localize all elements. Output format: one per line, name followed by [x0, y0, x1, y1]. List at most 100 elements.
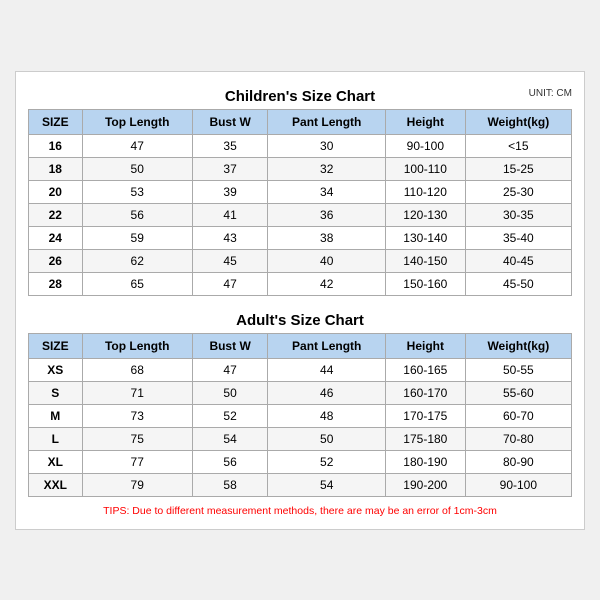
- table-cell: 120-130: [386, 203, 466, 226]
- table-cell: 26: [29, 249, 83, 272]
- table-cell: 40-45: [465, 249, 571, 272]
- table-cell: 48: [268, 404, 386, 427]
- table-cell: 160-170: [386, 381, 466, 404]
- table-cell: 46: [268, 381, 386, 404]
- table-cell: 24: [29, 226, 83, 249]
- table-row: XS684744160-16550-55: [29, 358, 572, 381]
- adults-col-size: SIZE: [29, 333, 83, 358]
- table-row: L755450175-18070-80: [29, 427, 572, 450]
- table-cell: 34: [268, 180, 386, 203]
- table-cell: 50: [192, 381, 268, 404]
- table-cell: 110-120: [386, 180, 466, 203]
- table-cell: 47: [192, 358, 268, 381]
- table-cell: 55-60: [465, 381, 571, 404]
- table-row: XL775652180-19080-90: [29, 450, 572, 473]
- table-cell: 28: [29, 272, 83, 295]
- table-row: M735248170-17560-70: [29, 404, 572, 427]
- table-cell: 37: [192, 157, 268, 180]
- children-col-weight: Weight(kg): [465, 109, 571, 134]
- table-cell: 60-70: [465, 404, 571, 427]
- table-cell: L: [29, 427, 83, 450]
- table-row: 1647353090-100<15: [29, 134, 572, 157]
- table-cell: 30: [268, 134, 386, 157]
- unit-label: UNIT: CM: [529, 88, 572, 99]
- table-cell: 73: [82, 404, 192, 427]
- table-cell: 56: [82, 203, 192, 226]
- table-cell: 75: [82, 427, 192, 450]
- table-cell: 68: [82, 358, 192, 381]
- table-cell: 35: [192, 134, 268, 157]
- table-cell: 175-180: [386, 427, 466, 450]
- children-header-row: SIZE Top Length Bust W Pant Length Heigh…: [29, 109, 572, 134]
- table-cell: 18: [29, 157, 83, 180]
- table-cell: 190-200: [386, 473, 466, 496]
- table-cell: 30-35: [465, 203, 571, 226]
- table-cell: 140-150: [386, 249, 466, 272]
- table-cell: 79: [82, 473, 192, 496]
- table-cell: 16: [29, 134, 83, 157]
- table-cell: 71: [82, 381, 192, 404]
- table-cell: XXL: [29, 473, 83, 496]
- adults-col-bust: Bust W: [192, 333, 268, 358]
- table-cell: 39: [192, 180, 268, 203]
- table-cell: 35-40: [465, 226, 571, 249]
- adults-header-row: SIZE Top Length Bust W Pant Length Heigh…: [29, 333, 572, 358]
- table-cell: 50: [82, 157, 192, 180]
- table-cell: 90-100: [465, 473, 571, 496]
- table-cell: 32: [268, 157, 386, 180]
- table-cell: 38: [268, 226, 386, 249]
- table-cell: 40: [268, 249, 386, 272]
- table-cell: 22: [29, 203, 83, 226]
- table-cell: 47: [192, 272, 268, 295]
- table-cell: 52: [192, 404, 268, 427]
- table-cell: 65: [82, 272, 192, 295]
- table-row: 18503732100-11015-25: [29, 157, 572, 180]
- table-row: 22564136120-13030-35: [29, 203, 572, 226]
- children-title-text: Children's Size Chart: [225, 88, 375, 105]
- children-col-size: SIZE: [29, 109, 83, 134]
- table-row: S715046160-17055-60: [29, 381, 572, 404]
- adults-table: SIZE Top Length Bust W Pant Length Heigh…: [28, 333, 572, 497]
- table-cell: 41: [192, 203, 268, 226]
- adults-col-height: Height: [386, 333, 466, 358]
- table-cell: 44: [268, 358, 386, 381]
- adults-title: Adult's Size Chart: [28, 306, 572, 333]
- table-row: 28654742150-16045-50: [29, 272, 572, 295]
- table-row: 24594338130-14035-40: [29, 226, 572, 249]
- children-col-bust: Bust W: [192, 109, 268, 134]
- children-title: Children's Size Chart UNIT: CM: [28, 82, 572, 109]
- table-cell: 50-55: [465, 358, 571, 381]
- table-cell: 150-160: [386, 272, 466, 295]
- table-row: 20533934110-12025-30: [29, 180, 572, 203]
- table-cell: 25-30: [465, 180, 571, 203]
- table-cell: 20: [29, 180, 83, 203]
- table-cell: 77: [82, 450, 192, 473]
- table-cell: 53: [82, 180, 192, 203]
- children-col-top-length: Top Length: [82, 109, 192, 134]
- table-cell: 42: [268, 272, 386, 295]
- table-cell: 80-90: [465, 450, 571, 473]
- children-table: SIZE Top Length Bust W Pant Length Heigh…: [28, 109, 572, 296]
- table-cell: <15: [465, 134, 571, 157]
- table-cell: 45-50: [465, 272, 571, 295]
- table-cell: XL: [29, 450, 83, 473]
- table-cell: 70-80: [465, 427, 571, 450]
- table-cell: 62: [82, 249, 192, 272]
- table-cell: 50: [268, 427, 386, 450]
- table-cell: 130-140: [386, 226, 466, 249]
- table-cell: 58: [192, 473, 268, 496]
- table-cell: 170-175: [386, 404, 466, 427]
- table-cell: 54: [192, 427, 268, 450]
- adults-col-weight: Weight(kg): [465, 333, 571, 358]
- adults-title-text: Adult's Size Chart: [236, 312, 364, 329]
- table-cell: 180-190: [386, 450, 466, 473]
- table-cell: 45: [192, 249, 268, 272]
- table-cell: 52: [268, 450, 386, 473]
- table-cell: 15-25: [465, 157, 571, 180]
- children-col-pant: Pant Length: [268, 109, 386, 134]
- table-row: 26624540140-15040-45: [29, 249, 572, 272]
- table-cell: 54: [268, 473, 386, 496]
- table-row: XXL795854190-20090-100: [29, 473, 572, 496]
- table-cell: 160-165: [386, 358, 466, 381]
- table-cell: 59: [82, 226, 192, 249]
